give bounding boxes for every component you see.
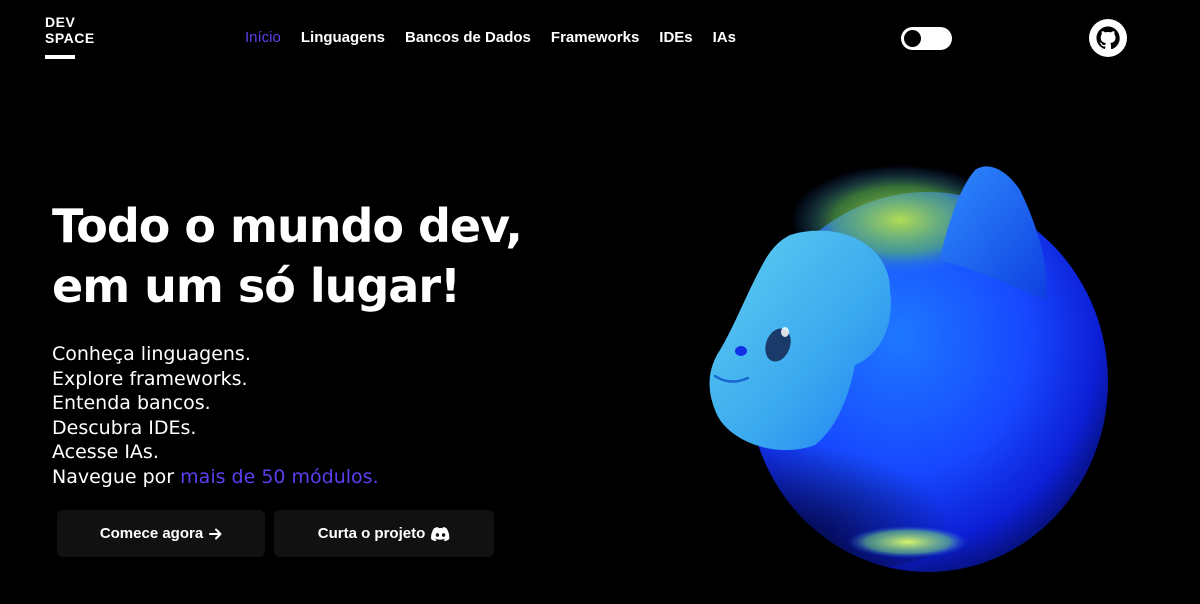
modules-link[interactable]: mais de 50 módulos. [180,466,378,488]
discord-button[interactable]: Curta o projeto [274,510,494,557]
hero-title-line2: em um só lugar! [52,259,461,313]
hero-taglines: Conheça linguagens. Explore frameworks. … [52,342,379,490]
logo-line2: SPACE [45,30,95,46]
nav-item-frameworks[interactable]: Frameworks [551,29,639,47]
tagline-modules: Navegue por mais de 50 módulos. [52,465,379,490]
page: DEV SPACE Início Linguagens Bancos de Da… [0,0,1200,604]
theme-toggle[interactable] [901,27,952,50]
logo[interactable]: DEV SPACE [45,14,95,59]
mascot-illustration [700,165,1108,572]
tagline: Conheça linguagens. [52,343,251,365]
tagline: Entenda bancos. [52,392,211,415]
hero-title-line1: Todo o mundo dev, [52,199,523,253]
discord-button-label: Curta o projeto [317,525,426,542]
logo-underline [45,55,75,59]
logo-line1: DEV [45,14,76,30]
hero-title: Todo o mundo dev, em um só lugar! [52,196,523,316]
github-icon[interactable] [1089,19,1127,57]
start-button-label: Comece agora [99,525,204,542]
arrow-right-icon [209,528,222,540]
nav-item-inicio[interactable]: Início [245,29,281,47]
start-button[interactable]: Comece agora [57,510,265,557]
nav-item-ides[interactable]: IDEs [659,29,692,47]
tagline: Acesse IAs. [52,441,159,464]
nav-item-bancos-de-dados[interactable]: Bancos de Dados [405,29,531,47]
main-nav: Início Linguagens Bancos de Dados Framew… [245,29,736,47]
nav-item-ias[interactable]: IAs [713,29,736,47]
tagline-prefix: Navegue por [52,465,181,488]
tagline: Descubra IDEs. [52,416,197,439]
nav-item-linguagens[interactable]: Linguagens [301,29,385,47]
discord-icon [431,526,450,541]
tagline: Explore frameworks. [52,367,248,390]
toggle-knob [904,30,921,47]
